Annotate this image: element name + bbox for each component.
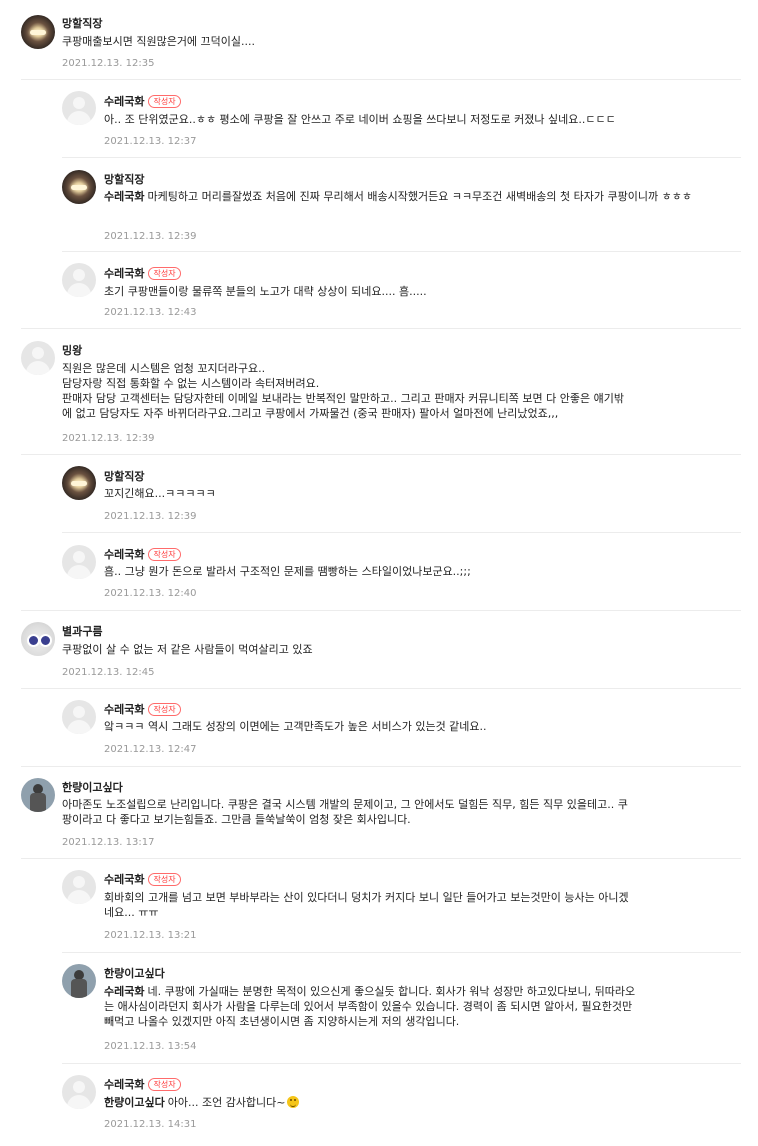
comment-author[interactable]: 수레국화 작성자 xyxy=(104,701,181,717)
comment-author[interactable]: 별과구름 xyxy=(62,623,102,639)
comment-author[interactable]: 수레국화 작성자 xyxy=(104,93,181,109)
avatar[interactable] xyxy=(21,341,55,375)
comment-date: 2021.12.13. 12:39 xyxy=(62,433,155,444)
author-badge: 작성자 xyxy=(148,873,181,886)
avatar[interactable] xyxy=(21,15,55,49)
mention[interactable]: 한량이고싶다 xyxy=(104,1096,165,1109)
comment-date: 2021.12.13. 12:35 xyxy=(62,58,155,69)
divider xyxy=(21,688,741,689)
comment-date: 2021.12.13. 13:21 xyxy=(104,930,197,941)
comment-author[interactable]: 망할직장 xyxy=(104,468,144,484)
comment-text: 꼬지긴해요...ㅋㅋㅋㅋㅋ xyxy=(104,487,216,500)
comment-author[interactable]: 망할직장 xyxy=(62,15,102,31)
comment-text: 수레국화 네. 쿠팡에 가실때는 분명한 목적이 있으신게 좋으실듯 합니다. 회… xyxy=(104,985,636,1028)
avatar[interactable] xyxy=(62,466,96,500)
comment-date: 2021.12.13. 14:31 xyxy=(104,1119,197,1130)
author-badge: 작성자 xyxy=(148,703,181,716)
mention[interactable]: 수레국화 xyxy=(104,190,144,203)
comment-author[interactable]: 망할직장 xyxy=(104,171,144,187)
comment-date: 2021.12.13. 12:45 xyxy=(62,667,155,678)
comment-text: 직원은 많은데 시스템은 엄청 꼬지더라구요.. 담당자랑 직접 통화할 수 없… xyxy=(62,362,624,420)
comment-text: 쿠팡없이 살 수 없는 저 같은 사람들이 먹여살리고 있죠 xyxy=(62,643,313,656)
comment-date: 2021.12.13. 12:39 xyxy=(104,511,197,522)
divider xyxy=(62,251,741,252)
comment-date: 2021.12.13. 12:40 xyxy=(104,588,197,599)
smile-emoji-icon xyxy=(286,1096,299,1108)
comment-author[interactable]: 수레국화 작성자 xyxy=(104,1076,181,1092)
comment-date: 2021.12.13. 12:43 xyxy=(104,307,197,318)
comment-text: 회바회의 고개를 넘고 보면 부바부라는 산이 있다더니 덩치가 커지다 보니 … xyxy=(104,891,629,919)
avatar[interactable] xyxy=(62,964,96,998)
comment-author[interactable]: 수레국화 작성자 xyxy=(104,265,181,281)
comment-date: 2021.12.13. 12:47 xyxy=(104,744,197,755)
comment-text: 수레국화 마케팅하고 머리를잘썼죠 처음에 진짜 무리해서 배송시작했거든요 ㅋㅋ… xyxy=(104,190,692,203)
divider xyxy=(21,454,741,455)
divider xyxy=(21,79,741,80)
comment-text: 초기 쿠팡맨들이랑 물류쪽 분들의 노고가 대략 상상이 되네요.... 흠..… xyxy=(104,285,427,298)
divider xyxy=(21,610,741,611)
comment-text: 쿠팡매출보시면 직원많은거에 끄덕이실.... xyxy=(62,35,256,48)
avatar[interactable] xyxy=(62,91,96,125)
author-badge: 작성자 xyxy=(148,267,181,280)
comment-text: 아.. 조 단위였군요..ㅎㅎ 평소에 쿠팡을 잘 안쓰고 주로 네이버 쇼핑을… xyxy=(104,113,616,126)
comment-date: 2021.12.13. 12:39 xyxy=(104,231,197,242)
comment-author[interactable]: 밍왕 xyxy=(62,342,82,358)
avatar[interactable] xyxy=(21,622,55,656)
avatar[interactable] xyxy=(21,778,55,812)
avatar[interactable] xyxy=(62,870,96,904)
comment-author[interactable]: 수레국화 작성자 xyxy=(104,871,181,887)
avatar[interactable] xyxy=(62,1075,96,1109)
avatar[interactable] xyxy=(62,700,96,734)
comment-author[interactable]: 수레국화 작성자 xyxy=(104,546,181,562)
author-badge: 작성자 xyxy=(148,95,181,108)
comment-author[interactable]: 한량이고싶다 xyxy=(104,965,165,981)
avatar[interactable] xyxy=(62,545,96,579)
divider xyxy=(21,328,741,329)
avatar[interactable] xyxy=(62,170,96,204)
comment-date: 2021.12.13. 13:54 xyxy=(104,1041,197,1052)
divider xyxy=(62,532,741,533)
comment-text: 아마존도 노조설립으로 난리입니다. 쿠팡은 결국 시스템 개발의 문제이고, … xyxy=(62,798,628,826)
divider xyxy=(21,766,741,767)
author-badge: 작성자 xyxy=(148,1078,181,1091)
comment-text: 앜ㅋㅋㅋ 역시 그래도 성장의 이면에는 고객만족도가 높은 서비스가 있는것 … xyxy=(104,720,487,733)
comment-date: 2021.12.13. 13:17 xyxy=(62,837,155,848)
mention[interactable]: 수레국화 xyxy=(104,985,144,998)
comment-author[interactable]: 한량이고싶다 xyxy=(62,779,123,795)
comment-text: 흠.. 그냥 뭔가 돈으로 발라서 구조적인 문제를 땜빵하는 스타일이었나보군… xyxy=(104,565,471,578)
divider xyxy=(62,157,741,158)
divider xyxy=(62,952,741,953)
divider xyxy=(62,1063,741,1064)
avatar[interactable] xyxy=(62,263,96,297)
author-badge: 작성자 xyxy=(148,548,181,561)
comment-text: 한량이고싶다 아아... 조언 감사합니다~ xyxy=(104,1095,299,1110)
comment-date: 2021.12.13. 12:37 xyxy=(104,136,197,147)
divider xyxy=(21,858,741,859)
